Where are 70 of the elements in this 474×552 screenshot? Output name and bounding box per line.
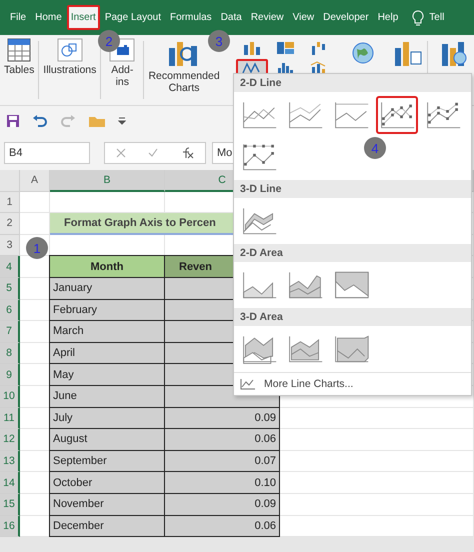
cancel-icon[interactable] <box>116 148 126 158</box>
row-header[interactable]: 5 <box>0 278 20 300</box>
row-header[interactable]: 14 <box>0 472 20 494</box>
row-header[interactable]: 13 <box>0 450 20 472</box>
ribbon-tab[interactable]: Formulas <box>166 5 216 30</box>
row-header[interactable]: 10 <box>0 386 20 408</box>
ribbon-tab[interactable]: Page Layout <box>100 5 165 30</box>
customize-icon[interactable] <box>118 116 126 126</box>
row-header[interactable]: 6 <box>0 300 20 322</box>
more-charts-link[interactable]: More Line Charts... <box>234 372 471 395</box>
table-icon <box>7 38 32 62</box>
row-header[interactable]: 9 <box>0 364 20 386</box>
table-cell: 0.09 <box>164 406 280 430</box>
column-header[interactable]: B <box>50 170 165 192</box>
sheet-title: Format Graph Axis to Percen <box>64 216 216 229</box>
pivot-chart-icon[interactable] <box>393 40 424 68</box>
ribbon-tab[interactable]: Home <box>31 5 66 30</box>
column-heading: Month <box>49 255 165 278</box>
table-cell: November <box>49 492 165 516</box>
name-box[interactable]: B4 <box>4 142 90 164</box>
ribbon-tab[interactable]: File <box>6 5 30 30</box>
checkmark-icon[interactable] <box>148 148 158 158</box>
ribbon-tab[interactable]: Developer <box>319 5 373 30</box>
ribbon-tab[interactable]: View <box>288 5 318 30</box>
section-heading: 2-D Line <box>234 74 471 92</box>
table-cell: October <box>49 471 165 494</box>
table-cell: June <box>49 384 165 408</box>
table-cell: April <box>49 342 165 364</box>
column-header[interactable]: A <box>20 170 50 192</box>
lightbulb-icon[interactable] <box>411 8 426 26</box>
row-header[interactable]: 11 <box>0 408 20 430</box>
table-cell: February <box>49 298 165 322</box>
table-cell: 0.10 <box>164 471 280 494</box>
row-header[interactable]: 2 <box>0 213 20 235</box>
table-cell: 0.06 <box>164 514 280 538</box>
line-chart-icon <box>240 378 256 390</box>
section-heading: 3-D Area <box>234 308 471 326</box>
row-header[interactable]: 15 <box>0 494 20 516</box>
hierarchy-chart-icon <box>274 41 297 55</box>
row-header[interactable]: 3 <box>0 234 20 256</box>
chart-type-button[interactable] <box>376 96 418 134</box>
save-icon[interactable] <box>6 114 20 128</box>
table-cell: August <box>49 428 165 451</box>
table-cell: January <box>49 276 165 300</box>
table-cell: 0.07 <box>164 450 280 472</box>
table-cell: 0.06 <box>164 428 280 451</box>
ribbon-tab[interactable]: Data <box>216 5 246 30</box>
section-heading: 3-D Line <box>234 180 471 198</box>
undo-icon[interactable] <box>32 114 48 128</box>
row-header[interactable]: 7 <box>0 321 20 343</box>
table-cell: May <box>49 363 165 386</box>
row-header[interactable]: 8 <box>0 342 20 364</box>
ribbon-group-button[interactable]: Illustrations <box>39 35 100 103</box>
row-header[interactable]: 4 <box>0 256 20 278</box>
row-header[interactable]: 12 <box>0 429 20 451</box>
table-cell: December <box>49 514 165 538</box>
function-icon[interactable] <box>180 147 194 159</box>
row-header[interactable]: 16 <box>0 516 20 538</box>
ribbon-tab[interactable]: Insert <box>66 5 100 30</box>
table-cell: 0.09 <box>164 492 280 516</box>
tell-me-search[interactable]: Tell <box>425 5 448 30</box>
table-cell: March <box>49 320 165 343</box>
ribbon-tab[interactable]: Help <box>374 5 402 30</box>
table-cell: July <box>49 406 165 430</box>
shapes-icon <box>56 38 83 62</box>
ribbon-group-button[interactable]: Tables <box>0 35 38 103</box>
row-header[interactable]: 1 <box>0 192 20 214</box>
section-heading: 2-D Area <box>234 244 471 262</box>
table-cell: September <box>49 450 165 472</box>
ribbon-tab[interactable]: Review <box>246 5 288 30</box>
